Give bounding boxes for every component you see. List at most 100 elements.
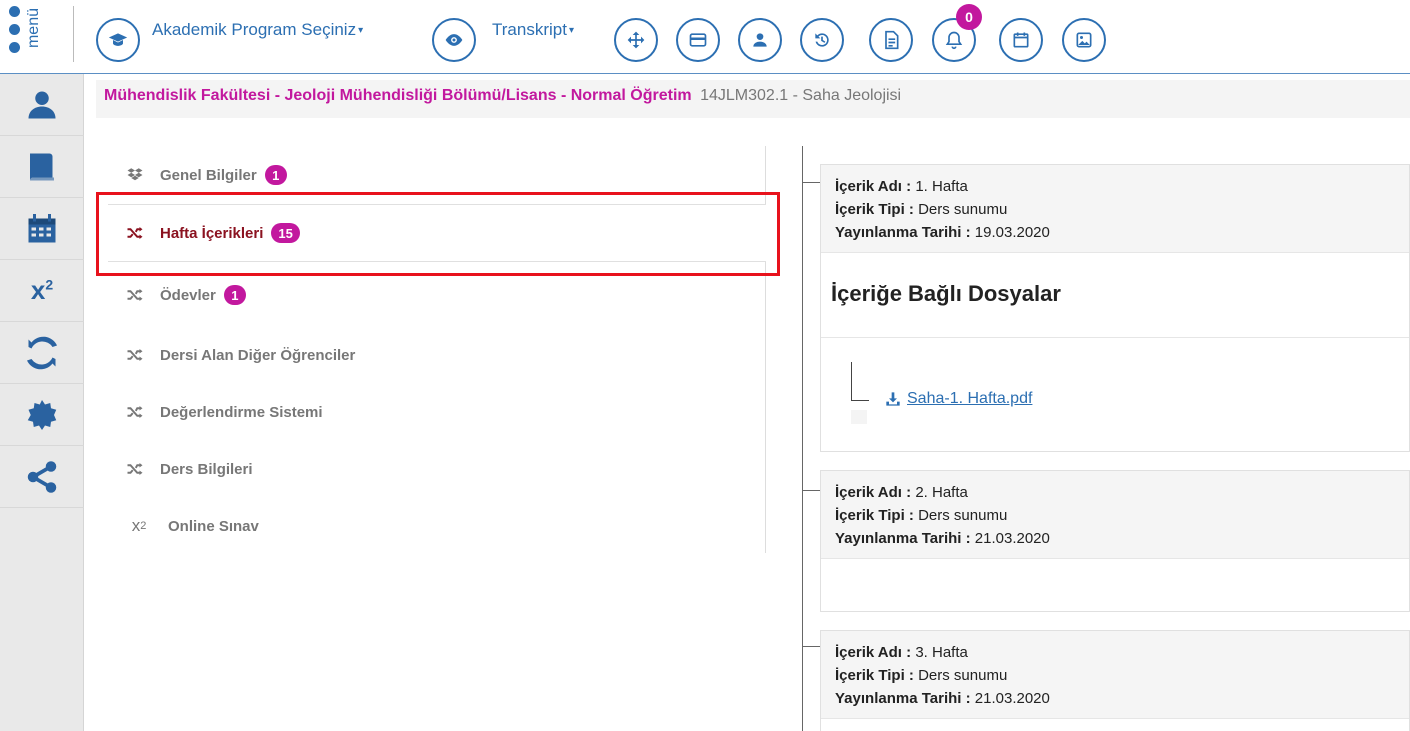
sidebar-item-profile[interactable] <box>0 74 84 136</box>
content-type-value: Ders sunumu <box>918 201 1008 218</box>
menu-item-ders-bilgileri[interactable]: Ders Bilgileri <box>108 440 766 498</box>
publish-date-value: 21.03.2020 <box>974 690 1050 707</box>
file-tree: Saha-1. Hafta.pdf <box>821 338 1409 428</box>
content-card: İçerik Adı : 2. Hafta İçerik Tipi : Ders… <box>820 470 1410 612</box>
menu-item-hafta-icerikleri[interactable]: Hafta İçerikleri 15 <box>108 204 766 262</box>
shuffle-icon <box>124 224 146 242</box>
sidebar-item-calendar[interactable] <box>0 198 84 260</box>
credit-card-button[interactable] <box>676 18 720 62</box>
download-icon <box>886 392 900 406</box>
sidebar-item-share[interactable] <box>0 446 84 508</box>
menu-item-label: Ders Bilgileri <box>160 460 253 478</box>
menu-item-dersi-alan-ogrenciler[interactable]: Dersi Alan Diğer Öğrenciler <box>108 326 766 384</box>
image-button[interactable] <box>1062 18 1106 62</box>
content-card: İçerik Adı : 3. Hafta İçerik Tipi : Ders… <box>820 630 1410 731</box>
menu-divider <box>73 6 74 62</box>
calendar-icon <box>28 213 56 242</box>
dropbox-icon <box>124 166 146 184</box>
document-icon <box>885 30 899 50</box>
content-name-value: 3. Hafta <box>915 644 968 661</box>
refresh-icon <box>27 336 57 369</box>
menu-item-label: Online Sınav <box>168 517 259 535</box>
sidebar-item-courses[interactable] <box>0 136 84 198</box>
graduation-cap-button[interactable] <box>96 18 140 62</box>
left-sidebar: x2 <box>0 74 84 731</box>
eye-icon <box>445 34 463 46</box>
publish-date-value: 19.03.2020 <box>974 224 1050 241</box>
content-card-header: İçerik Adı : 2. Hafta İçerik Tipi : Ders… <box>821 471 1409 559</box>
share-icon <box>27 460 57 493</box>
book-icon <box>30 153 54 180</box>
menu-item-label: Dersi Alan Diğer Öğrenciler <box>160 346 356 364</box>
history-button[interactable] <box>800 18 844 62</box>
image-icon <box>1076 32 1092 48</box>
sidebar-item-certificate[interactable] <box>0 384 84 446</box>
content-name-value: 2. Hafta <box>915 484 968 501</box>
count-badge: 1 <box>264 165 287 185</box>
content-type-label: İçerik Tipi : <box>835 667 914 684</box>
superscript-icon: x2 <box>131 516 147 535</box>
transcript-menu[interactable]: Transkript ▾ <box>492 20 574 40</box>
menu-item-label: Genel Bilgiler <box>160 166 257 184</box>
shuffle-icon <box>124 346 146 364</box>
menu-item-online-sinav[interactable]: x2 Online Sınav <box>108 497 766 555</box>
move-button[interactable] <box>614 18 658 62</box>
calendar-icon <box>1013 32 1029 48</box>
arrows-move-icon <box>627 31 645 49</box>
menu-label: menü <box>25 8 42 49</box>
timeline-tick <box>802 490 820 491</box>
notification-count-badge: 0 <box>956 4 982 30</box>
breadcrumb-department[interactable]: Mühendislik Fakültesi - Jeoloji Mühendis… <box>104 87 692 104</box>
menu-item-degerlendirme-sistemi[interactable]: Değerlendirme Sistemi <box>108 383 766 441</box>
caret-down-icon: ▾ <box>568 25 574 37</box>
top-bar: menü Akademik Program Seçiniz ▾ Transkrip… <box>0 0 1410 74</box>
sidebar-item-refresh[interactable] <box>0 322 84 384</box>
bell-icon <box>945 31 963 50</box>
menu-item-label: Değerlendirme Sistemi <box>160 403 323 421</box>
publish-date-label: Yayınlanma Tarihi : <box>835 690 971 707</box>
content-card-header: İçerik Adı : 3. Hafta İçerik Tipi : Ders… <box>821 631 1409 719</box>
user-button[interactable] <box>738 18 782 62</box>
history-icon <box>815 33 829 47</box>
document-button[interactable] <box>869 18 913 62</box>
program-select-label: Akademik Program Seçiniz <box>152 20 357 39</box>
shuffle-icon <box>124 286 146 304</box>
timeline-tick <box>802 646 820 647</box>
content-card: İçerik Adı : 1. Hafta İçerik Tipi : Ders… <box>820 164 1410 452</box>
menu-item-label: Ödevler <box>160 286 216 304</box>
program-select[interactable]: Akademik Program Seçiniz ▾ <box>152 20 363 40</box>
breadcrumb: Mühendislik Fakültesi - Jeoloji Mühendis… <box>96 80 1410 118</box>
file-name: Saha-1. Hafta.pdf <box>907 390 1033 407</box>
menu-item-label: Hafta İçerikleri <box>160 224 264 242</box>
content-name-label: İçerik Adı : <box>835 178 912 195</box>
shuffle-icon <box>124 403 146 421</box>
content-name-label: İçerik Adı : <box>835 644 912 661</box>
count-badge: 1 <box>223 285 246 305</box>
tree-node <box>851 410 867 424</box>
menu-toggle-button[interactable]: menü <box>6 4 76 68</box>
timeline-line <box>802 146 803 731</box>
attached-files-title: İçeriğe Bağlı Dosyalar <box>831 281 1061 306</box>
count-badge: 15 <box>271 223 300 243</box>
publish-date-label: Yayınlanma Tarihi : <box>835 530 971 547</box>
content-card-header: İçerik Adı : 1. Hafta İçerik Tipi : Ders… <box>821 165 1409 253</box>
calendar-button[interactable] <box>999 18 1043 62</box>
publish-date-label: Yayınlanma Tarihi : <box>835 224 971 241</box>
menu-item-genel-bilgiler[interactable]: Genel Bilgiler 1 <box>108 146 766 204</box>
file-download-link[interactable]: Saha-1. Hafta.pdf <box>885 390 1032 408</box>
breadcrumb-course: 14JLM302.1 - Saha Jeolojisi <box>700 87 902 104</box>
content-type-label: İçerik Tipi : <box>835 201 914 218</box>
caret-down-icon: ▾ <box>358 25 364 37</box>
timeline-tick <box>802 182 820 183</box>
eye-button[interactable] <box>432 18 476 62</box>
tree-line <box>851 400 869 401</box>
badge-certificate-icon <box>27 399 57 430</box>
course-menu: Genel Bilgiler 1 Hafta İçerikleri 15 Öde… <box>108 146 766 553</box>
sidebar-item-exams[interactable]: x2 <box>0 260 84 322</box>
tree-line <box>851 362 852 400</box>
menu-dots-icon <box>9 6 21 60</box>
content-type-label: İçerik Tipi : <box>835 507 914 524</box>
menu-item-odevler[interactable]: Ödevler 1 <box>108 266 766 324</box>
shuffle-icon <box>124 460 146 478</box>
content-type-value: Ders sunumu <box>918 507 1008 524</box>
